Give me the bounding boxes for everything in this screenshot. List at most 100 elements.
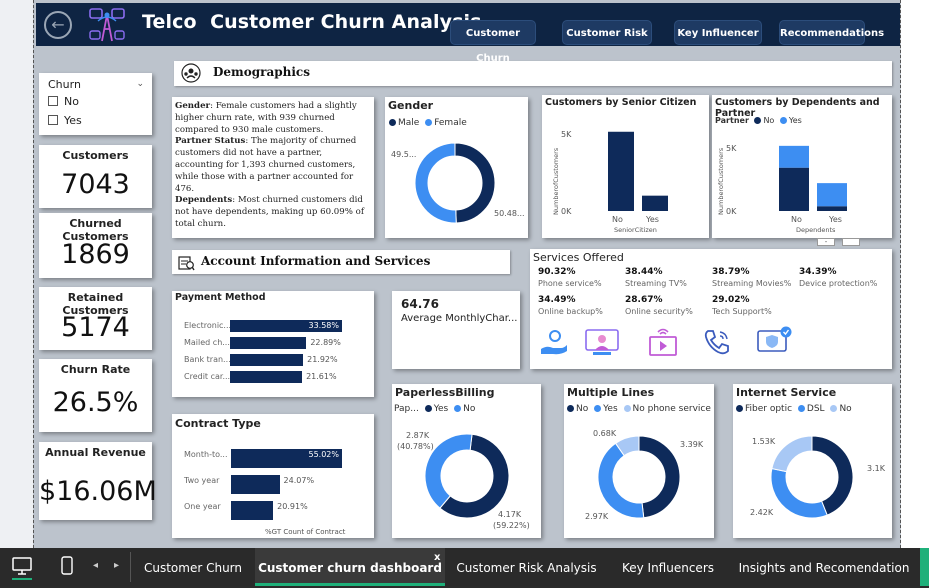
- tab-customer-churn[interactable]: Customer Churn: [131, 548, 255, 586]
- donut-slice[interactable]: [454, 143, 495, 223]
- legend-no: No: [839, 404, 852, 414]
- dependents-xlabel: Dependents: [796, 226, 836, 234]
- slicer-title: Churn: [48, 78, 81, 91]
- internet-donut: [771, 436, 853, 518]
- legend-dot-fiber: [736, 405, 743, 412]
- bar[interactable]: [230, 337, 307, 349]
- report-page: ← Telco Customer Churn Analysis Customer…: [33, 0, 901, 548]
- dependents-bar-segment[interactable]: [779, 167, 809, 211]
- avg-monthly-charge-card: 64.76 Average MonthlyChar...: [392, 291, 520, 369]
- demographics-narrative: Gender: Female customers had a slightly …: [172, 97, 374, 238]
- service-pct: 29.02%: [712, 295, 750, 305]
- option-no-label: No: [64, 95, 79, 108]
- desktop-view-icon[interactable]: [12, 557, 32, 575]
- prev-page-icon[interactable]: ◂: [93, 560, 98, 571]
- tab-key-influencers[interactable]: Key Influencers: [608, 548, 728, 586]
- service-pct: 38.79%: [712, 267, 750, 277]
- legend-fiber-optic: Fiber optic: [745, 404, 793, 414]
- senior-bar[interactable]: [642, 195, 668, 211]
- services-title: Services Offered: [533, 251, 624, 264]
- dependents-cat-no: No: [791, 215, 802, 224]
- close-tab-icon[interactable]: x: [434, 552, 440, 563]
- donut-slice[interactable]: [598, 442, 645, 518]
- dependents-legend: Partner No Yes: [715, 116, 802, 125]
- kpi-label: Annual Revenue: [45, 446, 146, 459]
- demographics-header: Demographics: [174, 61, 892, 86]
- contract-title: Contract Type: [175, 417, 261, 430]
- filter-icon[interactable]: -: [817, 238, 835, 246]
- focus-mode-icon[interactable]: [842, 238, 860, 246]
- dependents-bar-segment[interactable]: [779, 145, 809, 168]
- donut-slice[interactable]: [415, 143, 457, 223]
- bar-category-label: Two year: [184, 476, 220, 485]
- right-panel-strip: [901, 0, 929, 548]
- account-title: Account Information and Services: [201, 254, 431, 268]
- paperless-label-yes: 4.17K: [498, 510, 522, 519]
- senior-cat-yes: Yes: [646, 215, 659, 224]
- nav-customer-risk-button[interactable]: Customer Risk: [562, 20, 652, 45]
- nav-key-influencer-button[interactable]: Key Influencer: [674, 20, 762, 45]
- multilines-title: Multiple Lines: [567, 386, 655, 399]
- next-page-icon[interactable]: ▸: [114, 560, 119, 571]
- legend-dot-dsl: [797, 405, 805, 412]
- senior-tick-5k: 5K: [561, 130, 572, 139]
- legend-no: No: [763, 116, 775, 125]
- legend-dot-no: [567, 405, 574, 412]
- service-pct: 90.32%: [538, 267, 576, 277]
- bar-category-label: Electronic...: [184, 321, 232, 330]
- header-bar: ← Telco Customer Churn Analysis Customer…: [36, 3, 900, 64]
- kpi-value: 1869: [61, 239, 130, 270]
- slicer-option-yes[interactable]: Yes: [48, 114, 82, 127]
- paperless-label-no-pct: (40.78%): [397, 442, 434, 451]
- senior-ylabel: NumberofCustomers: [552, 147, 560, 215]
- nav-customer-churn-button[interactable]: Customer Churn: [450, 20, 536, 64]
- service-name: Streaming Movies%: [712, 279, 792, 288]
- senior-xlabel: SeniorCitizen: [614, 226, 657, 234]
- dependents-bar-segment[interactable]: [817, 183, 847, 207]
- chevron-down-icon[interactable]: ⌄: [136, 79, 144, 89]
- avg-charge-label: Average MonthlyChar...: [401, 313, 518, 324]
- internet-legend: Fiber optic DSL No: [733, 404, 852, 414]
- dependents-partner-chart-card: Customers by Dependents and Partner Part…: [712, 95, 892, 238]
- narrative-text: Gender: Female customers had a slightly …: [175, 101, 371, 231]
- slicer-option-no[interactable]: No: [48, 95, 79, 108]
- checkbox-yes[interactable]: [48, 115, 58, 125]
- senior-citizen-chart-card: Customers by Senior Citizen NumberofCust…: [542, 95, 709, 238]
- donut-slice[interactable]: [638, 436, 680, 518]
- legend-dot-yes: [424, 405, 432, 412]
- payment-title: Payment Method: [175, 292, 266, 303]
- dependents-bar-segment[interactable]: [817, 206, 847, 211]
- services-offered-card: Services Offered 90.32% Phone service% 38.…: [530, 249, 892, 369]
- legend-dot-no: [454, 405, 462, 412]
- multilines-label-no: 3.39K: [680, 440, 704, 449]
- scroll-handle[interactable]: [920, 548, 929, 586]
- bar-value-label: 55.02%: [308, 450, 339, 459]
- mobile-view-icon[interactable]: [61, 556, 73, 575]
- bar-value-label: 33.58%: [308, 321, 339, 330]
- multilines-legend: No Yes No phone service: [564, 404, 711, 414]
- nav-recommendations-button[interactable]: Recommendations: [779, 20, 884, 45]
- internet-service-card: Internet Service Fiber optic DSL No 1.53…: [733, 384, 892, 538]
- senior-bar[interactable]: [608, 131, 634, 211]
- donut-slice[interactable]: [771, 467, 828, 518]
- tab-insights-recommendation[interactable]: Insights and Recomendation: [736, 548, 912, 586]
- kpi-customers-card: Customers 7043: [39, 145, 152, 208]
- bar[interactable]: [231, 475, 280, 494]
- tab-customer-risk-analysis[interactable]: Customer Risk Analysis: [450, 548, 603, 586]
- account-header: Account Information and Services: [172, 250, 510, 274]
- paperless-label-yes-pct: (59.22%): [493, 521, 530, 530]
- bar[interactable]: [231, 501, 274, 520]
- bar[interactable]: [230, 371, 303, 383]
- bar[interactable]: [230, 354, 304, 366]
- senior-tick-0k: 0K: [561, 207, 572, 216]
- kpi-retained-card: Retained Customers 5174: [39, 287, 152, 350]
- donut-slice[interactable]: [771, 436, 813, 473]
- bar-category-label: One year: [184, 502, 221, 511]
- kpi-label: Churn Rate: [60, 363, 131, 376]
- bar-category-label: Credit car...: [184, 372, 231, 381]
- paperless-label-no: 2.87K: [406, 431, 430, 440]
- checkbox-no[interactable]: [48, 96, 58, 106]
- dependents-ylabel: NumberofCustomers: [717, 147, 725, 215]
- tab-customer-churn-dashboard[interactable]: Customer churn dashboard: [255, 548, 445, 586]
- back-arrow-icon[interactable]: ←: [44, 11, 72, 39]
